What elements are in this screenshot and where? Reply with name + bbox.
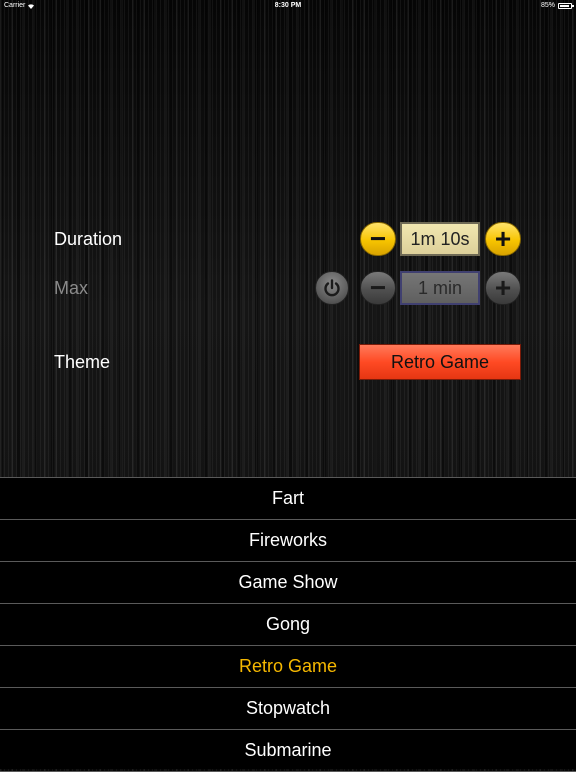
duration-decrement-button[interactable]: −	[360, 222, 396, 256]
duration-value: 1m 10s	[400, 222, 480, 256]
battery-icon	[558, 2, 574, 9]
status-right: 85%	[540, 2, 574, 9]
picker-item-submarine[interactable]: Submarine	[0, 730, 576, 772]
power-icon	[324, 279, 340, 297]
duration-label: Duration	[54, 229, 123, 249]
max-increment-button[interactable]: +	[485, 271, 521, 305]
picker-item-gong[interactable]: Gong	[0, 604, 576, 646]
max-label: Max	[54, 278, 89, 298]
theme-picker: Fart Fireworks Game Show Gong Retro Game…	[0, 477, 576, 772]
theme-label: Theme	[54, 352, 111, 372]
picker-item-stopwatch[interactable]: Stopwatch	[0, 688, 576, 730]
duration-increment-button[interactable]: +	[485, 222, 521, 256]
picker-item-game-show[interactable]: Game Show	[0, 562, 576, 604]
picker-item-fart[interactable]: Fart	[0, 478, 576, 520]
picker-item-fireworks[interactable]: Fireworks	[0, 520, 576, 562]
max-power-button[interactable]	[315, 271, 349, 305]
theme-button[interactable]: Retro Game	[359, 344, 521, 380]
status-bar: Carrier 8:30 PM 85%	[0, 0, 576, 12]
picker-item-retro-game[interactable]: Retro Game	[0, 646, 576, 688]
status-time: 8:30 PM	[274, 2, 302, 9]
battery-fill	[560, 4, 569, 7]
battery-percent: 85%	[540, 2, 555, 9]
max-decrement-button[interactable]: −	[360, 271, 396, 305]
max-value: 1 min	[400, 271, 480, 305]
